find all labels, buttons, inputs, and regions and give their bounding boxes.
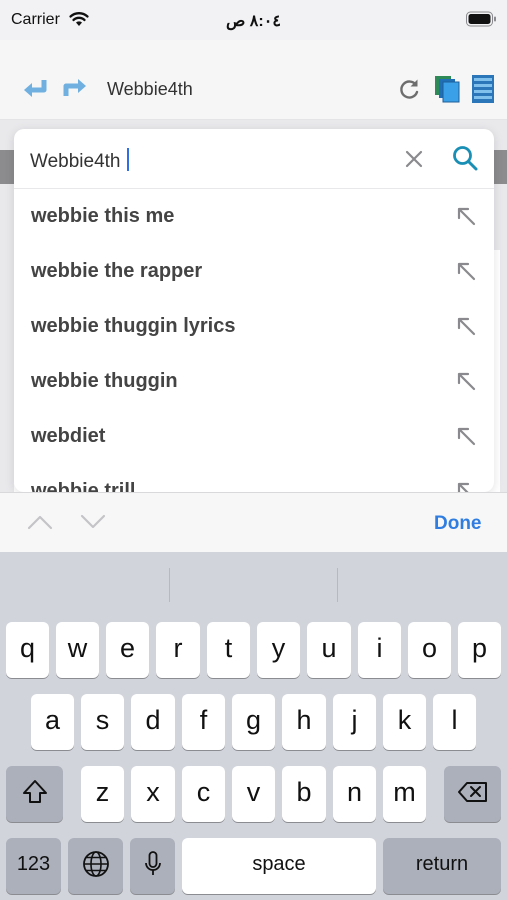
globe-icon bbox=[82, 851, 109, 877]
key-x[interactable]: x bbox=[131, 766, 175, 822]
suggestion-item[interactable]: webdiet bbox=[14, 410, 494, 465]
text-caret bbox=[126, 148, 129, 171]
fill-arrow-icon[interactable] bbox=[455, 370, 477, 392]
key-m[interactable]: m bbox=[383, 766, 426, 822]
done-button[interactable]: Done bbox=[434, 513, 482, 535]
search-field[interactable]: Webbie4th bbox=[14, 129, 494, 189]
key-g[interactable]: g bbox=[232, 694, 275, 750]
key-j[interactable]: j bbox=[333, 694, 376, 750]
chevron-down-icon[interactable] bbox=[80, 514, 106, 530]
key-u[interactable]: u bbox=[307, 622, 351, 678]
key-f[interactable]: f bbox=[182, 694, 225, 750]
suggestion-item[interactable]: webbie trill bbox=[14, 465, 494, 492]
space-key[interactable]: space bbox=[182, 838, 376, 894]
suggestion-text: webbie this me bbox=[31, 205, 175, 227]
search-icon[interactable] bbox=[451, 144, 479, 172]
key-c[interactable]: c bbox=[182, 766, 225, 822]
page-title: Webbie4th bbox=[107, 79, 193, 99]
key-v[interactable]: v bbox=[232, 766, 275, 822]
suggestion-item[interactable]: webbie thuggin bbox=[14, 355, 494, 410]
prediction-divider bbox=[337, 568, 338, 602]
wifi-icon bbox=[69, 12, 89, 26]
prediction-divider bbox=[169, 568, 170, 602]
reload-icon[interactable] bbox=[396, 77, 422, 103]
chevron-up-icon[interactable] bbox=[27, 514, 53, 530]
key-r[interactable]: r bbox=[156, 622, 200, 678]
delete-key[interactable] bbox=[444, 766, 501, 822]
fill-arrow-icon[interactable] bbox=[455, 260, 477, 282]
key-i[interactable]: i bbox=[358, 622, 401, 678]
key-z[interactable]: z bbox=[81, 766, 124, 822]
suggestion-text: webbie thuggin lyrics bbox=[31, 315, 236, 337]
fill-arrow-icon[interactable] bbox=[455, 315, 477, 337]
dictation-key[interactable] bbox=[130, 838, 175, 894]
suggestion-text: webdiet bbox=[31, 425, 106, 447]
shift-key[interactable] bbox=[6, 766, 63, 822]
status-bar: Carrier ٨:٠٤ ص bbox=[0, 0, 507, 40]
suggestion-text: webbie thuggin bbox=[31, 370, 178, 392]
suggestion-text: webbie trill bbox=[31, 480, 136, 492]
suggestion-text: webbie the rapper bbox=[31, 260, 203, 282]
suggestion-item[interactable]: webbie this me bbox=[14, 190, 494, 245]
key-t[interactable]: t bbox=[207, 622, 250, 678]
key-w[interactable]: w bbox=[56, 622, 99, 678]
clear-icon[interactable] bbox=[403, 148, 425, 170]
numbers-key[interactable]: 123 bbox=[6, 838, 61, 894]
battery-icon bbox=[466, 11, 496, 27]
fill-arrow-icon[interactable] bbox=[455, 205, 477, 227]
tabs-icon[interactable] bbox=[434, 75, 460, 103]
key-q[interactable]: q bbox=[6, 622, 49, 678]
search-query-text: Webbie4th bbox=[30, 151, 121, 172]
search-input[interactable]: Webbie4th bbox=[30, 148, 129, 173]
keyboard-accessory-bar: Done bbox=[0, 492, 507, 552]
browser-toolbar: Webbie4th bbox=[0, 40, 507, 120]
suggestion-item[interactable]: webbie thuggin lyrics bbox=[14, 300, 494, 355]
backspace-icon bbox=[457, 782, 487, 802]
key-n[interactable]: n bbox=[333, 766, 376, 822]
carrier-label: Carrier bbox=[11, 11, 60, 28]
key-k[interactable]: k bbox=[383, 694, 426, 750]
menu-icon[interactable] bbox=[472, 75, 494, 103]
key-o[interactable]: o bbox=[408, 622, 451, 678]
key-b[interactable]: b bbox=[282, 766, 326, 822]
status-time: ٨:٠٤ ص bbox=[226, 13, 281, 30]
fill-arrow-icon[interactable] bbox=[455, 480, 477, 492]
back-arrow-icon[interactable] bbox=[20, 76, 48, 100]
key-s[interactable]: s bbox=[81, 694, 124, 750]
key-p[interactable]: p bbox=[458, 622, 501, 678]
return-key[interactable]: return bbox=[383, 838, 501, 894]
fill-arrow-icon[interactable] bbox=[455, 425, 477, 447]
key-l[interactable]: l bbox=[433, 694, 476, 750]
key-d[interactable]: d bbox=[131, 694, 175, 750]
keyboard: q w e r t y u i o p a s d f g h j k l z … bbox=[0, 552, 507, 900]
search-panel: Webbie4th webbie this me webbie the rapp… bbox=[14, 129, 494, 492]
key-e[interactable]: e bbox=[106, 622, 149, 678]
key-y[interactable]: y bbox=[257, 622, 300, 678]
shift-icon bbox=[22, 780, 47, 803]
microphone-icon bbox=[144, 851, 161, 875]
forward-arrow-icon[interactable] bbox=[62, 76, 90, 100]
key-a[interactable]: a bbox=[31, 694, 74, 750]
key-h[interactable]: h bbox=[282, 694, 326, 750]
suggestion-item[interactable]: webbie the rapper bbox=[14, 245, 494, 300]
globe-key[interactable] bbox=[68, 838, 123, 894]
